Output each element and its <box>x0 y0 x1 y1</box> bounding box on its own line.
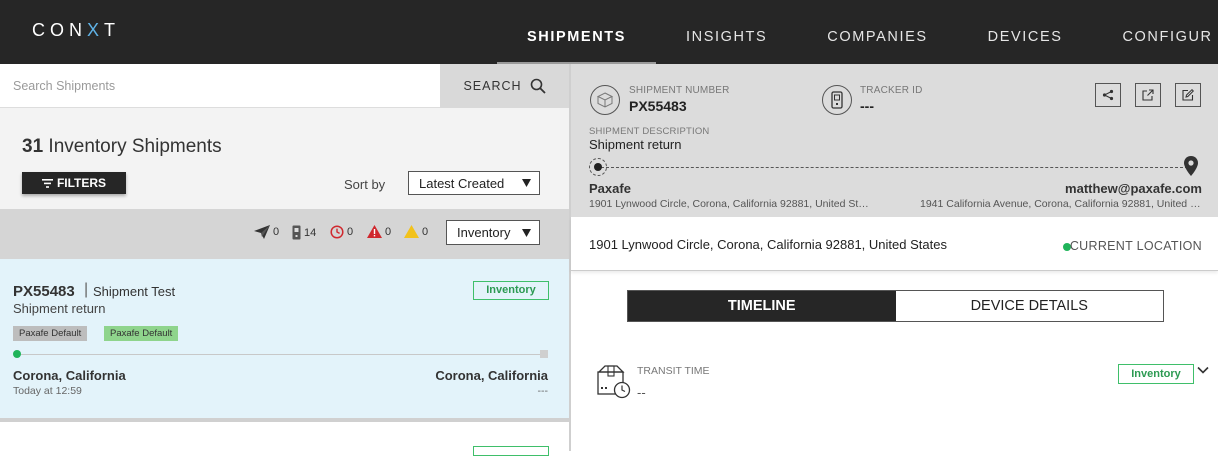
shipment-card[interactable]: PX55483 | Shipment Test Shipment return … <box>0 259 569 422</box>
tab-device-details[interactable]: DEVICE DETAILS <box>895 291 1163 321</box>
created-time: Today at 12:59 <box>13 385 82 397</box>
destination-address: 1941 California Avenue, Corona, Californ… <box>920 198 1202 210</box>
shipment-card-partial[interactable] <box>0 426 569 456</box>
share-icon <box>1102 89 1114 101</box>
filter-icon <box>41 178 53 188</box>
nav-devices[interactable]: DEVICES <box>958 0 1093 64</box>
counter-in-transit[interactable]: 0 <box>254 225 279 239</box>
sort-select[interactable]: Latest Created <box>408 171 540 195</box>
title-separator: | <box>84 281 89 298</box>
clock-alert-icon <box>330 225 344 239</box>
search-icon <box>530 78 546 94</box>
shipment-description-value: Shipment return <box>589 137 682 152</box>
shipment-number-label: SHIPMENT NUMBER <box>629 85 730 96</box>
tracker-icon <box>292 225 301 240</box>
inventory-badge: Inventory <box>473 281 549 300</box>
nav-shipments[interactable]: SHIPMENTS <box>497 0 656 64</box>
shipment-name: Shipment Test <box>93 284 176 299</box>
transit-time-label: TRANSIT TIME <box>637 365 710 377</box>
top-navigation-bar: CONXT SHIPMENTS INSIGHTS COMPANIES DEVIC… <box>0 0 1218 64</box>
counter-delayed[interactable]: 0 <box>330 225 353 239</box>
warning-red-icon <box>367 225 382 238</box>
transit-time-value: -- <box>637 385 646 400</box>
destination-location: Corona, California <box>435 368 548 383</box>
package-icon <box>590 85 620 115</box>
tab-timeline[interactable]: TIMELINE <box>628 291 896 321</box>
tracker-id-value: --- <box>860 98 874 114</box>
counter-critical-alerts[interactable]: 0 <box>367 225 391 238</box>
origin-address: 1901 Lynwood Circle, Corona, California … <box>589 198 869 210</box>
shipment-count-title: 31 Inventory Shipments <box>22 136 222 157</box>
nav-configure[interactable]: CONFIGUR <box>1092 0 1212 64</box>
caret-down-icon <box>522 228 531 237</box>
shipment-list-panel: SEARCH 31 Inventory Shipments FILTERS So… <box>0 64 569 456</box>
route-dashed-line <box>601 167 1188 168</box>
detail-tabs: TIMELINE DEVICE DETAILS <box>627 290 1164 322</box>
nav-insights[interactable]: INSIGHTS <box>656 0 797 64</box>
route-destination-marker <box>540 350 548 358</box>
search-input[interactable] <box>0 64 440 108</box>
company-tag: Paxafe Default <box>104 326 179 341</box>
warning-yellow-icon <box>404 225 419 238</box>
shipment-description-label: SHIPMENT DESCRIPTION <box>589 126 710 137</box>
route-progress-line <box>17 354 544 355</box>
tracker-device-icon <box>822 85 852 115</box>
shipment-detail-header: SHIPMENT NUMBER PX55483 TRACKER ID --- S… <box>571 64 1218 217</box>
chevron-down-icon[interactable] <box>1197 365 1209 375</box>
main-nav: SHIPMENTS INSIGHTS COMPANIES DEVICES CON… <box>497 0 1213 64</box>
counter-trackers[interactable]: 14 <box>292 225 316 240</box>
tracker-id-label: TRACKER ID <box>860 85 923 96</box>
contxt-logo[interactable]: CONXT <box>32 20 120 41</box>
route-origin-marker <box>589 158 607 176</box>
share-button[interactable] <box>1095 83 1121 107</box>
current-address: 1901 Lynwood Circle, Corona, California … <box>589 237 947 252</box>
company-tag: Paxafe Default <box>13 326 88 341</box>
sort-by-label: Sort by <box>344 177 386 192</box>
filters-button[interactable]: FILTERS <box>22 172 126 194</box>
shipment-type-select[interactable]: Inventory <box>446 220 540 245</box>
status-counters-row: 0 14 0 0 0 Inventory <box>0 209 569 259</box>
route-origin-dot <box>13 350 21 358</box>
shipment-id: PX55483 <box>13 283 75 300</box>
inventory-badge <box>473 446 549 456</box>
nav-companies[interactable]: COMPANIES <box>797 0 957 64</box>
open-external-button[interactable] <box>1135 83 1161 107</box>
eta-value: --- <box>537 385 549 397</box>
edit-button[interactable] <box>1175 83 1201 107</box>
plane-icon <box>254 225 270 239</box>
transit-box-clock-icon <box>597 365 631 399</box>
map-pin-icon <box>1184 156 1198 176</box>
caret-down-icon <box>522 179 531 187</box>
current-location-bar: 1901 Lynwood Circle, Corona, California … <box>571 217 1218 271</box>
shipment-detail-panel: SHIPMENT NUMBER PX55483 TRACKER ID --- S… <box>571 64 1218 451</box>
current-location-label: CURRENT LOCATION <box>1069 239 1202 253</box>
counter-warnings[interactable]: 0 <box>404 225 428 238</box>
search-row: SEARCH <box>0 64 569 108</box>
shipment-description: Shipment return <box>13 301 106 316</box>
external-link-icon <box>1142 89 1154 101</box>
origin-location: Corona, California <box>13 368 126 383</box>
inventory-badge: Inventory <box>1118 364 1194 384</box>
shipment-number-value: PX55483 <box>629 98 687 114</box>
edit-icon <box>1182 89 1194 101</box>
destination-contact: matthew@paxafe.com <box>1065 181 1202 196</box>
search-button[interactable]: SEARCH <box>440 64 569 108</box>
origin-company: Paxafe <box>589 181 631 196</box>
